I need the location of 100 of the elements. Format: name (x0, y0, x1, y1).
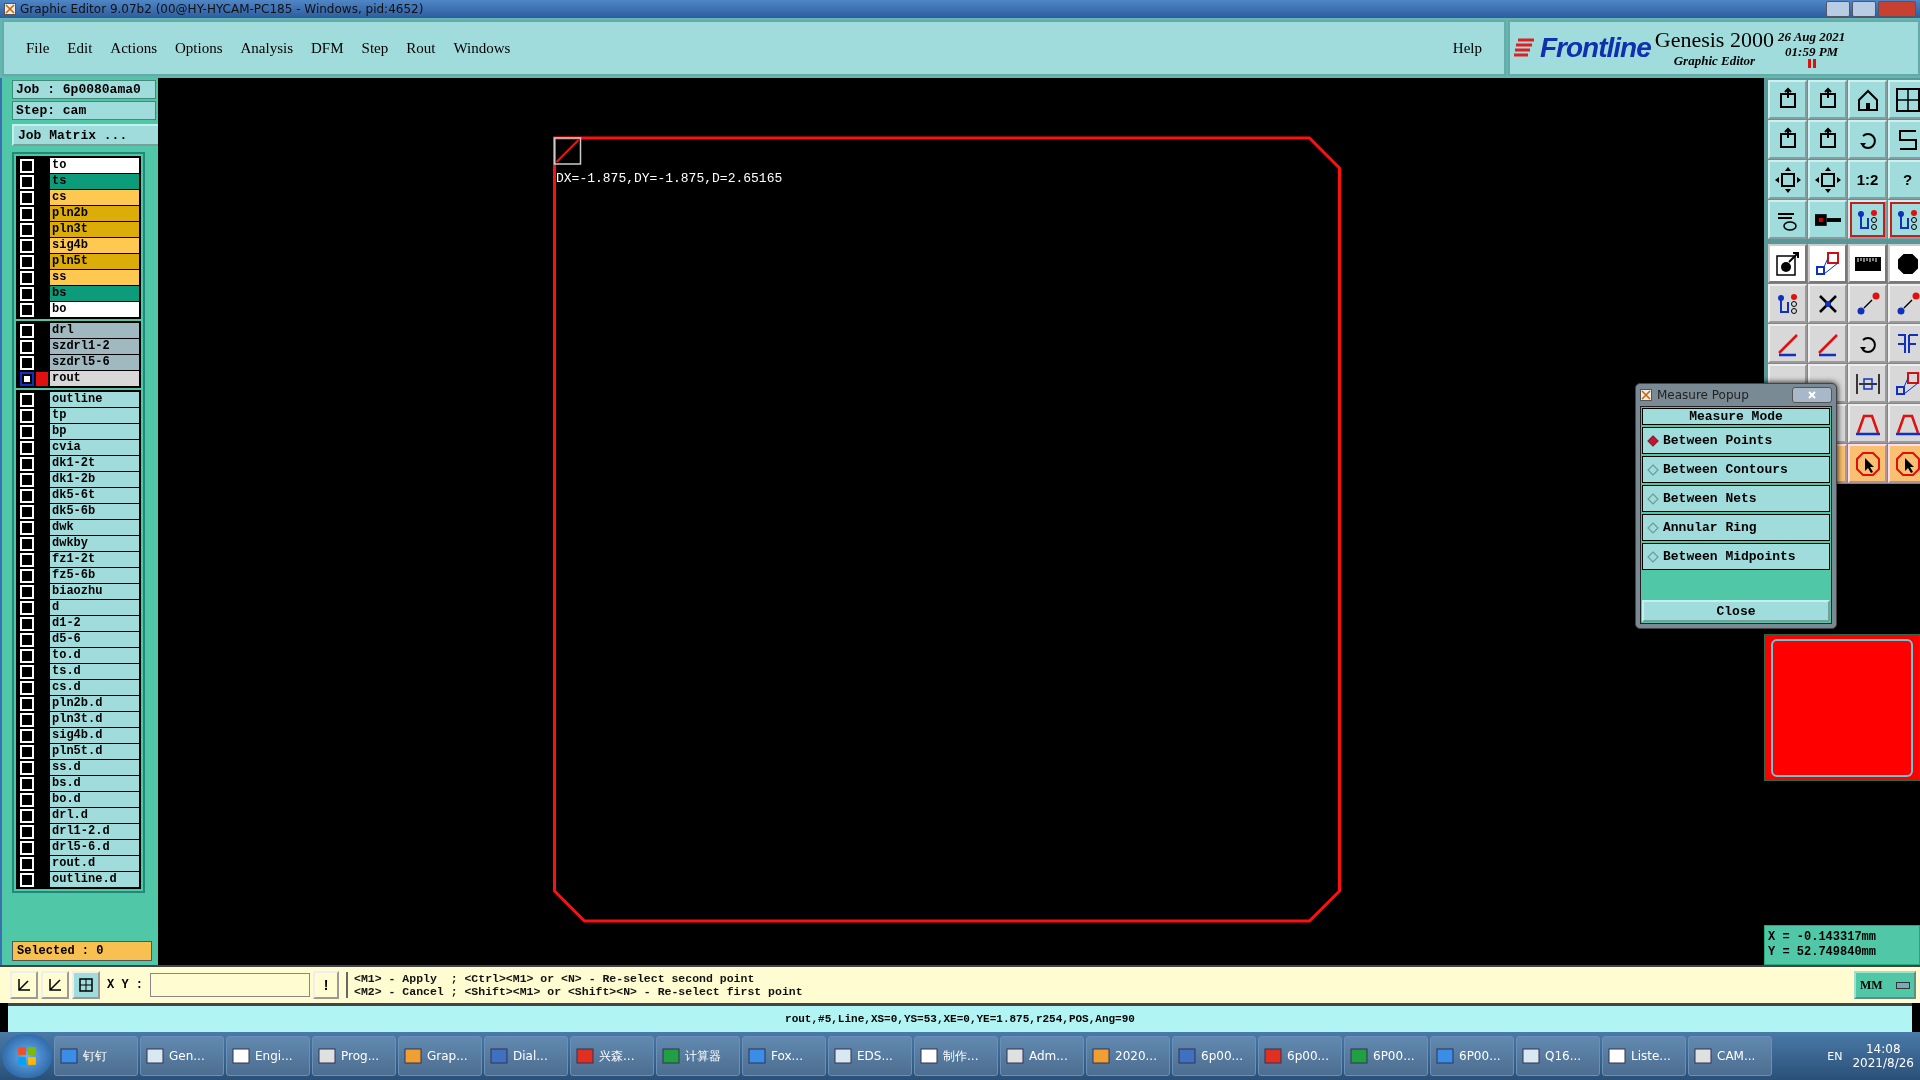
taskbar-item[interactable]: Adm... (1000, 1036, 1084, 1076)
layer-name[interactable]: rout (50, 371, 139, 386)
toolbar-button[interactable] (1888, 80, 1920, 119)
layer-name[interactable]: cvia (50, 440, 139, 455)
layer-name[interactable]: fz1-2t (50, 552, 139, 567)
toolbar-button[interactable] (1848, 120, 1887, 159)
layer-name[interactable]: bo.d (50, 792, 139, 807)
taskbar-item[interactable]: Grap... (398, 1036, 482, 1076)
layer-name[interactable]: ts.d (50, 664, 139, 679)
toolbar-button[interactable] (1768, 200, 1807, 239)
toolbar-button[interactable] (1888, 120, 1920, 159)
toolbar-button[interactable] (1848, 80, 1887, 119)
radio-diamond[interactable] (1647, 521, 1659, 534)
layer-name[interactable]: dk5-6b (50, 504, 139, 519)
taskbar-item[interactable]: 6P00... (1344, 1036, 1428, 1076)
taskbar-item[interactable]: 2020... (1086, 1036, 1170, 1076)
maximize-button[interactable] (1852, 1, 1876, 17)
layer-name[interactable]: fz5-6b (50, 568, 139, 583)
toolbar-button[interactable]: ? (1888, 160, 1920, 199)
toolbar-button[interactable]: 1:2 (1848, 160, 1887, 199)
layer-name[interactable]: drl5-6.d (50, 840, 139, 855)
toolbar-button[interactable] (1888, 444, 1920, 483)
taskbar-item[interactable]: Liste... (1602, 1036, 1686, 1076)
toolbar-button[interactable] (1768, 160, 1807, 199)
layer-name[interactable]: tp (50, 408, 139, 423)
layer-name[interactable]: rout.d (50, 856, 139, 871)
menu-item[interactable]: Windows (453, 39, 511, 57)
toolbar-button[interactable] (1808, 160, 1847, 199)
layer-name[interactable]: pln2b (50, 206, 139, 221)
layer-name[interactable]: pln2b.d (50, 696, 139, 711)
layer-name[interactable]: szdrl1-2 (50, 339, 139, 354)
execute-button[interactable]: ! (313, 971, 339, 999)
start-button[interactable] (2, 1034, 52, 1078)
radio-diamond[interactable] (1647, 434, 1659, 447)
layer-name[interactable]: bo (50, 302, 139, 317)
toolbar-button[interactable] (1808, 200, 1847, 239)
taskbar-item[interactable]: Engi... (226, 1036, 310, 1076)
layer-name[interactable]: sig4b (50, 238, 139, 253)
layer-name[interactable]: sig4b.d (50, 728, 139, 743)
taskbar-item[interactable]: 6p00... (1258, 1036, 1342, 1076)
toolbar-button[interactable] (1848, 244, 1887, 283)
job-matrix-button[interactable]: Job Matrix ... (12, 124, 160, 146)
layer-name[interactable]: bs.d (50, 776, 139, 791)
xy-input-field[interactable] (150, 973, 310, 997)
toolbar-button[interactable] (1768, 80, 1807, 119)
taskbar-item[interactable]: 钉钉 (54, 1036, 138, 1076)
layer-name[interactable]: ts (50, 174, 139, 189)
menu-item[interactable]: Step (361, 39, 389, 57)
layer-name[interactable]: drl1-2.d (50, 824, 139, 839)
menu-item[interactable]: Edit (67, 39, 93, 57)
menu-item[interactable]: Analysis (240, 39, 294, 57)
radio-diamond[interactable] (1647, 492, 1659, 505)
mode-option[interactable]: Annular Ring (1642, 514, 1830, 541)
toolbar-button[interactable] (1808, 120, 1847, 159)
layer-name[interactable]: cs.d (50, 680, 139, 695)
layer-name[interactable]: dwkby (50, 536, 139, 551)
taskbar-item[interactable]: CAM... (1688, 1036, 1772, 1076)
layer-name[interactable]: pln3t (50, 222, 139, 237)
menu-item[interactable]: Options (175, 39, 223, 57)
taskbar-item[interactable]: 兴森... (570, 1036, 654, 1076)
taskbar-item[interactable]: Dial... (484, 1036, 568, 1076)
taskbar-item[interactable]: Gen... (140, 1036, 224, 1076)
layer-name[interactable]: d (50, 600, 139, 615)
taskbar-item[interactable]: 计算器 (656, 1036, 740, 1076)
toolbar-button[interactable] (1808, 80, 1847, 119)
layer-name[interactable]: to (50, 158, 139, 173)
mode-option[interactable]: Between Contours (1642, 456, 1830, 483)
layer-name[interactable]: biaozhu (50, 584, 139, 599)
toolbar-button[interactable] (1808, 244, 1847, 283)
menu-item[interactable]: DFM (311, 39, 344, 57)
layer-name[interactable]: bp (50, 424, 139, 439)
menu-item[interactable]: Rout (406, 39, 436, 57)
taskbar-item[interactable]: EDS... (828, 1036, 912, 1076)
layer-name[interactable]: drl.d (50, 808, 139, 823)
layer-name[interactable]: dwk (50, 520, 139, 535)
taskbar-item[interactable]: Q16... (1516, 1036, 1600, 1076)
layer-name[interactable]: pln5t (50, 254, 139, 269)
layer-name[interactable]: dk1-2b (50, 472, 139, 487)
layer-checkbox[interactable] (20, 371, 34, 386)
toolbar-button[interactable] (1848, 444, 1887, 483)
layer-name[interactable]: d5-6 (50, 632, 139, 647)
close-button[interactable] (1792, 387, 1832, 403)
taskbar-item[interactable]: 6p00... (1172, 1036, 1256, 1076)
mode-option[interactable]: Between Nets (1642, 485, 1830, 512)
toolbar-button[interactable] (1768, 120, 1807, 159)
layer-name[interactable]: cs (50, 190, 139, 205)
toolbar-button[interactable] (1848, 200, 1887, 239)
menu-item[interactable]: File (26, 39, 50, 57)
layer-name[interactable]: pln3t.d (50, 712, 139, 727)
toolbar-button[interactable] (1768, 244, 1807, 283)
layer-name[interactable]: ss.d (50, 760, 139, 775)
mode-option[interactable]: Between Points (1642, 427, 1830, 454)
layer-name[interactable]: dk5-6t (50, 488, 139, 503)
layer-name[interactable]: drl (50, 323, 139, 338)
radio-diamond[interactable] (1647, 463, 1659, 476)
units-dropdown[interactable]: MM (1854, 971, 1916, 999)
taskbar-item[interactable]: Prog... (312, 1036, 396, 1076)
radio-diamond[interactable] (1647, 550, 1659, 563)
toolbar-button[interactable] (1888, 200, 1920, 239)
layer-name[interactable]: dk1-2t (50, 456, 139, 471)
